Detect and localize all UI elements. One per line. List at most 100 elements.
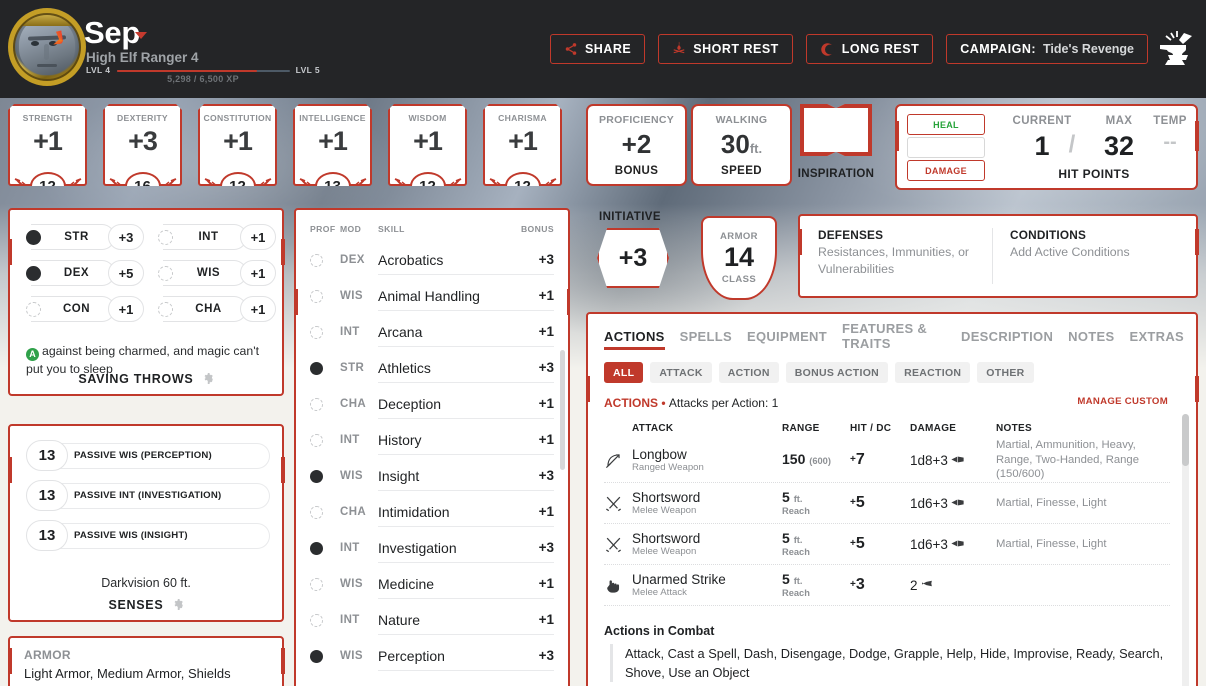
filter-all[interactable]: ALL bbox=[604, 362, 644, 383]
filter-action[interactable]: ACTION bbox=[718, 362, 779, 383]
skill-proficiency[interactable] bbox=[310, 505, 340, 519]
saving-throw-str[interactable]: STR +3 bbox=[26, 224, 144, 250]
proficiency-bonus-box[interactable]: PROFICIENCY +2 BONUS bbox=[586, 104, 687, 186]
page-title[interactable]: Sep bbox=[84, 15, 140, 51]
skill-row[interactable]: WIS Perception +3 bbox=[310, 638, 554, 674]
skill-row[interactable]: CHA Intimidation +1 bbox=[310, 494, 554, 530]
hp-temp-value[interactable]: -- bbox=[1142, 131, 1198, 154]
skill-proficiency[interactable] bbox=[310, 577, 340, 591]
campaign-button[interactable]: CAMPAIGN: Tide's Revenge bbox=[946, 34, 1148, 64]
ability-score-dexterity[interactable]: DEXTERITY +3 16 bbox=[103, 104, 182, 186]
proficiency-value: +2 bbox=[621, 129, 652, 159]
skill-proficiency[interactable] bbox=[310, 649, 340, 663]
ability-score-intelligence[interactable]: INTELLIGENCE +1 13 bbox=[293, 104, 372, 186]
skill-row[interactable]: CHA Deception +1 bbox=[310, 386, 554, 422]
armor-proficiency-value: Light Armor, Medium Armor, Shields bbox=[24, 666, 231, 681]
avatar[interactable] bbox=[8, 8, 86, 86]
ability-score-wisdom[interactable]: WISDOM +1 12 bbox=[388, 104, 467, 186]
skill-name: Nature bbox=[378, 605, 514, 635]
attack-subtitle: Ranged Weapon bbox=[632, 462, 704, 474]
hp-amount-input[interactable] bbox=[907, 137, 985, 158]
hp-current-label: CURRENT bbox=[1012, 115, 1072, 127]
attack-row[interactable]: Longbow Ranged Weapon 150 (600) +7 1d8+3… bbox=[604, 438, 1170, 484]
skill-proficiency[interactable] bbox=[310, 325, 340, 339]
saving-throw-con[interactable]: CON +1 bbox=[26, 296, 144, 322]
proficiency-dot bbox=[310, 541, 323, 555]
skill-proficiency[interactable] bbox=[310, 469, 340, 483]
gear-icon[interactable] bbox=[203, 373, 214, 384]
actions-panel: ACTIONS SPELLS EQUIPMENT FEATURES & TRAITS D… bbox=[585, 312, 1199, 686]
inspiration-box[interactable] bbox=[800, 104, 872, 156]
heal-button[interactable]: HEAL bbox=[907, 114, 985, 135]
skill-row[interactable]: WIS Insight +3 bbox=[310, 458, 554, 494]
skill-row[interactable]: CHA Performance +1 bbox=[310, 674, 554, 686]
long-rest-button[interactable]: LONG REST bbox=[805, 34, 934, 64]
filter-bonus-action[interactable]: BONUS ACTION bbox=[785, 362, 889, 383]
attack-row[interactable]: Unarmed Strike Melee Attack 5 ft. Reach +… bbox=[604, 565, 1170, 607]
skill-row[interactable]: STR Athletics +3 bbox=[310, 350, 554, 386]
armor-class-shield[interactable]: ARMOR 14 CLASS bbox=[701, 216, 777, 300]
attack-row[interactable]: Shortsword Melee Weapon 5 ft. Reach +5 1d… bbox=[604, 483, 1170, 525]
ability-modifier: +1 bbox=[508, 126, 537, 156]
skill-row[interactable]: WIS Animal Handling +1 bbox=[310, 278, 554, 314]
ability-score-strength[interactable]: STRENGTH +1 12 bbox=[8, 104, 87, 186]
actions-section-label: ACTIONS bbox=[604, 396, 658, 410]
tab-notes[interactable]: NOTES bbox=[1068, 329, 1114, 350]
ability-score-constitution[interactable]: CONSTITUTION +1 12 bbox=[198, 104, 277, 186]
sense-row[interactable]: 13 PASSIVE WIS (INSIGHT) bbox=[26, 520, 270, 551]
skill-row[interactable]: INT Nature +1 bbox=[310, 602, 554, 638]
tab-features-traits[interactable]: FEATURES & TRAITS bbox=[842, 321, 946, 357]
skills-header-prof: PROF bbox=[310, 224, 336, 234]
sense-row[interactable]: 13 PASSIVE INT (INVESTIGATION) bbox=[26, 480, 270, 511]
tab-spells[interactable]: SPELLS bbox=[680, 329, 732, 350]
sense-row[interactable]: 13 PASSIVE WIS (PERCEPTION) bbox=[26, 440, 270, 471]
gear-icon[interactable] bbox=[173, 599, 184, 610]
skill-proficiency[interactable] bbox=[310, 289, 340, 303]
skill-proficiency[interactable] bbox=[310, 433, 340, 447]
skills-scrollbar[interactable] bbox=[560, 350, 565, 470]
actions-scrollbar[interactable] bbox=[1182, 414, 1189, 686]
actions-scrollbar-thumb[interactable] bbox=[1182, 414, 1189, 466]
skill-proficiency[interactable] bbox=[310, 541, 340, 555]
filter-other[interactable]: OTHER bbox=[977, 362, 1034, 383]
tab-extras[interactable]: EXTRAS bbox=[1129, 329, 1184, 350]
skill-proficiency[interactable] bbox=[310, 253, 340, 267]
share-button[interactable]: SHARE bbox=[549, 34, 646, 64]
saving-throw-int[interactable]: INT +1 bbox=[158, 224, 276, 250]
skill-row[interactable]: WIS Medicine +1 bbox=[310, 566, 554, 602]
skills-header-skill: SKILL bbox=[378, 224, 405, 234]
skill-proficiency[interactable] bbox=[310, 397, 340, 411]
skill-row[interactable]: INT Arcana +1 bbox=[310, 314, 554, 350]
skill-modifier-ability: WIS bbox=[340, 578, 363, 590]
skill-row[interactable]: INT History +1 bbox=[310, 422, 554, 458]
short-rest-button[interactable]: SHORT REST bbox=[658, 34, 793, 64]
filter-attack[interactable]: ATTACK bbox=[650, 362, 712, 383]
senses-footer[interactable]: SENSES bbox=[10, 598, 282, 612]
saving-throws-footer[interactable]: SAVING THROWS bbox=[10, 372, 282, 386]
speed-box[interactable]: WALKING 30ft. SPEED bbox=[691, 104, 792, 186]
chevron-down-icon[interactable] bbox=[135, 32, 147, 39]
skill-row[interactable]: INT Investigation +3 bbox=[310, 530, 554, 566]
sense-value: 13 bbox=[26, 480, 68, 511]
conditions-placeholder[interactable]: Add Active Conditions bbox=[1010, 244, 1180, 261]
tab-equipment[interactable]: EQUIPMENT bbox=[747, 329, 827, 350]
tab-actions[interactable]: ACTIONS bbox=[604, 329, 665, 350]
filter-reaction[interactable]: REACTION bbox=[895, 362, 971, 383]
saving-throw-cha[interactable]: CHA +1 bbox=[158, 296, 276, 322]
anvil-icon[interactable] bbox=[1154, 27, 1198, 69]
skill-row[interactable]: DEX Acrobatics +3 bbox=[310, 242, 554, 278]
header-range: RANGE bbox=[782, 422, 820, 434]
tab-description[interactable]: DESCRIPTION bbox=[961, 329, 1053, 350]
damage-button[interactable]: DAMAGE bbox=[907, 160, 985, 181]
initiative-box[interactable]: +3 bbox=[597, 228, 669, 288]
saving-throw-wis[interactable]: WIS +1 bbox=[158, 260, 276, 286]
attack-row[interactable]: Shortsword Melee Weapon 5 ft. Reach +5 1d… bbox=[604, 524, 1170, 566]
header-hit-dc: HIT / DC bbox=[850, 422, 892, 434]
ability-score-charisma[interactable]: CHARISMA +1 12 bbox=[483, 104, 562, 186]
saving-throw-dex[interactable]: DEX +5 bbox=[26, 260, 144, 286]
skill-name: Insight bbox=[378, 461, 514, 491]
skill-proficiency[interactable] bbox=[310, 361, 340, 375]
manage-custom-button[interactable]: MANAGE CUSTOM bbox=[1077, 396, 1168, 407]
defenses-placeholder[interactable]: Resistances, Immunities, or Vulnerabilit… bbox=[818, 244, 978, 277]
skill-proficiency[interactable] bbox=[310, 613, 340, 627]
